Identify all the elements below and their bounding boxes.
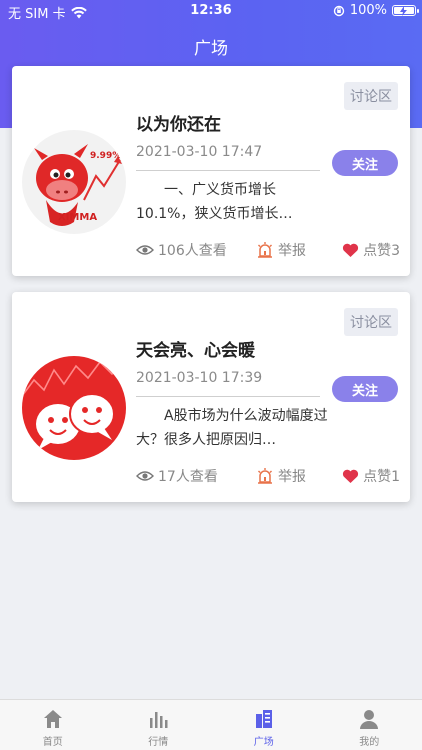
- views-stat: 17人查看: [136, 466, 218, 486]
- post-title[interactable]: 以为你还在: [136, 110, 221, 135]
- chat-bubbles-image: [22, 356, 126, 460]
- category-tag[interactable]: 讨论区: [344, 82, 398, 110]
- alarm-icon: [258, 242, 272, 258]
- post-excerpt[interactable]: A股市场为什么波动幅度过大？很多人把原因归…: [136, 404, 332, 452]
- post-card[interactable]: 讨论区 9.99% XIMMA 以为你还在 2021-03-10 17:47 一…: [12, 66, 410, 276]
- post-date: 2021-03-10 17:39: [136, 370, 263, 386]
- tab-profile[interactable]: 我的: [317, 700, 422, 750]
- views-count: 106人查看: [158, 243, 227, 259]
- post-card[interactable]: 讨论区 天会亮、心会暖 2021-03-10 17:39 A股市场为什么波动幅度…: [12, 292, 410, 502]
- tab-home[interactable]: 首页: [0, 700, 106, 750]
- views-stat: 106人查看: [136, 240, 227, 260]
- like-button[interactable]: 点赞1: [342, 466, 400, 486]
- views-count: 17人查看: [158, 469, 218, 485]
- heart-icon: [342, 243, 359, 257]
- tab-bar: 首页 行情 广场 我的: [0, 699, 422, 750]
- divider: [136, 170, 320, 171]
- post-stats: 17人查看 举报 点赞1: [136, 466, 400, 486]
- eye-icon: [136, 471, 154, 481]
- square-icon: [255, 710, 272, 728]
- battery-percent: 100%: [349, 3, 387, 18]
- user-icon: [360, 710, 379, 729]
- orientation-lock-icon: [333, 5, 345, 16]
- report-label[interactable]: 举报: [278, 466, 306, 486]
- avatar[interactable]: 9.99% XIMMA: [22, 130, 126, 234]
- post-stats: 106人查看 举报 点赞3: [136, 240, 400, 260]
- alarm-icon: [258, 468, 272, 484]
- home-icon: [43, 710, 62, 728]
- tab-label: 行情: [148, 737, 169, 748]
- battery-icon: [392, 5, 419, 16]
- report-label[interactable]: 举报: [278, 240, 306, 260]
- post-date: 2021-03-10 17:47: [136, 144, 263, 160]
- tab-label: 我的: [359, 737, 380, 748]
- post-excerpt[interactable]: 一、广义货币增长10.1%，狭义货币增长…: [136, 178, 332, 226]
- bull-mascot-image: 9.99% XIMMA: [22, 130, 126, 234]
- tab-label: 广场: [253, 737, 274, 748]
- eye-icon: [136, 245, 154, 255]
- follow-button[interactable]: 关注: [332, 150, 398, 176]
- tab-label: 首页: [42, 737, 63, 748]
- post-title[interactable]: 天会亮、心会暖: [136, 336, 255, 361]
- follow-button[interactable]: 关注: [332, 376, 398, 402]
- avatar-badge-text: 9.99%: [90, 151, 121, 161]
- category-tag[interactable]: 讨论区: [344, 308, 398, 336]
- page-title: 广场: [194, 39, 228, 59]
- tab-square[interactable]: 广场: [211, 700, 317, 750]
- status-bar: 无 SIM 卡 12:36 100%: [0, 0, 422, 22]
- heart-icon: [342, 469, 359, 483]
- avatar[interactable]: [22, 356, 126, 460]
- bar-chart-icon: [150, 712, 168, 728]
- like-count[interactable]: 点赞3: [363, 240, 400, 260]
- report-link[interactable]: 举报: [256, 240, 306, 260]
- like-button[interactable]: 点赞3: [342, 240, 400, 260]
- avatar-brand-text: XIMMA: [58, 212, 97, 223]
- status-right: 100%: [333, 3, 419, 18]
- report-link[interactable]: 举报: [256, 466, 306, 486]
- tab-market[interactable]: 行情: [106, 700, 212, 750]
- like-count[interactable]: 点赞1: [363, 466, 400, 486]
- divider: [136, 396, 320, 397]
